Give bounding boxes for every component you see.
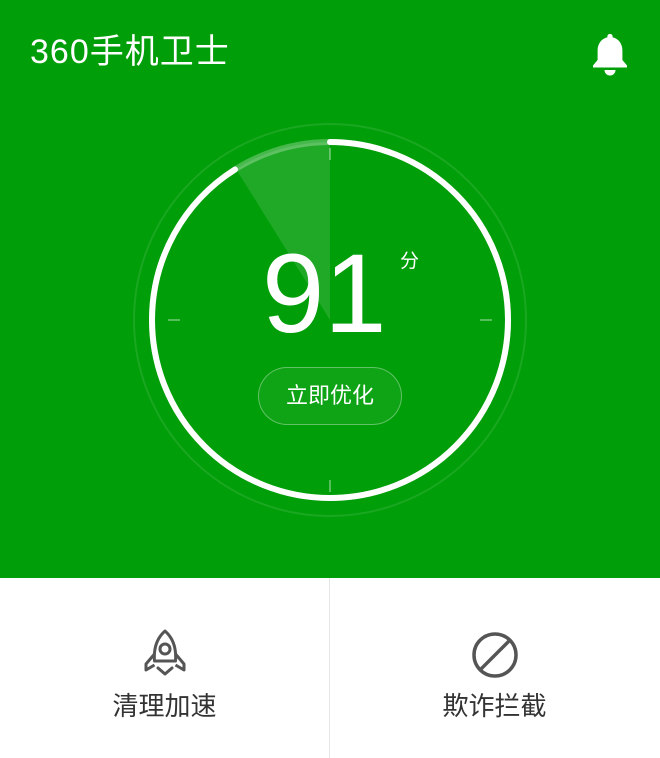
score-unit: 分 [400,250,420,272]
fraud-blocking-label: 欺诈拦截 [442,692,547,722]
cleanup-speedup-tool[interactable]: 清理加速 [0,578,329,758]
optimize-now-button[interactable]: 立即优化 [258,367,402,425]
bell-icon[interactable] [588,30,632,78]
security-header-panel: 360手机卫士 91 分 立即优化 [0,0,660,578]
app-title: 360手机卫士 [30,33,230,71]
rocket-icon [144,629,186,676]
tools-panel: 清理加速 欺诈拦截 [0,578,660,758]
app-screen: 360手机卫士 91 分 立即优化 清理加速 欺诈拦截 [0,0,660,758]
block-icon [472,632,518,678]
cleanup-speedup-label: 清理加速 [112,692,217,722]
fraud-blocking-tool[interactable]: 欺诈拦截 [330,578,659,758]
security-score: 91 [262,231,387,356]
